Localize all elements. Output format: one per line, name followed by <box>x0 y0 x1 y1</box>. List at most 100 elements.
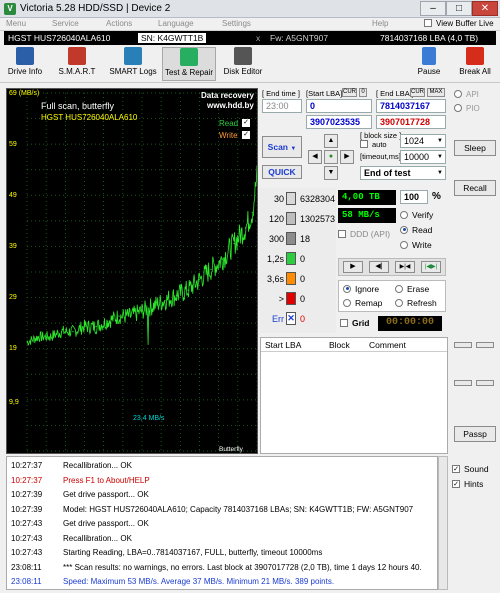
repair-refresh[interactable]: Refresh <box>395 298 437 308</box>
clear-serial-icon[interactable]: x <box>256 33 260 43</box>
log-scrollbar[interactable] <box>438 456 448 590</box>
arrow-left-icon[interactable]: ◀ <box>308 150 322 164</box>
end-lba-input[interactable]: 7814037167 <box>376 99 446 113</box>
arrow-down-icon[interactable]: ▼ <box>324 166 338 180</box>
pause-button[interactable]: Pause <box>412 47 446 81</box>
start-zero-button[interactable]: 0 <box>359 88 367 97</box>
grid-toggle[interactable]: Grid <box>340 318 369 328</box>
read-legend-checkbox[interactable]: ✓ <box>242 119 250 127</box>
rewind-icon[interactable]: ◀| <box>369 261 389 273</box>
aux-button-1[interactable] <box>454 342 472 348</box>
repair-erase-radio[interactable] <box>395 284 403 293</box>
hints-toggle[interactable]: ✓ Hints <box>452 479 483 489</box>
write-legend-checkbox[interactable]: ✓ <box>242 131 250 139</box>
menu-item-service[interactable]: Service <box>52 19 79 28</box>
menu-item-menu[interactable]: Menu <box>6 19 26 28</box>
view-buffer-checkbox[interactable] <box>424 18 432 27</box>
mode-verify-radio[interactable] <box>400 210 408 219</box>
repair-remap[interactable]: Remap <box>343 298 382 308</box>
close-icon[interactable]: ✕ <box>472 1 498 16</box>
aux-button-3[interactable] <box>454 380 472 386</box>
auto-toggle[interactable]: auto <box>360 140 387 149</box>
mode-write[interactable]: Write <box>400 240 432 250</box>
repair-ignore[interactable]: Ignore <box>343 284 379 294</box>
test-repair-button[interactable]: Test & Repair <box>162 47 216 81</box>
mode-verify[interactable]: Verify <box>400 210 433 220</box>
auto-label: auto <box>372 140 387 149</box>
mode-write-radio[interactable] <box>400 240 408 249</box>
sound-checkbox[interactable]: ✓ <box>452 464 460 473</box>
aux-button-2[interactable] <box>476 342 494 348</box>
api-radio[interactable] <box>454 89 462 98</box>
ddd-api-checkbox[interactable] <box>338 229 346 238</box>
end-of-test-select[interactable]: End of test ▼ <box>360 166 446 180</box>
menu-item-language[interactable]: Language <box>158 19 194 28</box>
view-buffer-live-toggle[interactable]: View Buffer Live <box>424 18 494 28</box>
scan-button[interactable]: Scan ▼ <box>262 136 302 158</box>
drive-info-bar: HGST HUS726040ALA610 SN: K4GWTT1B x Fw: … <box>4 31 496 45</box>
auto-checkbox[interactable] <box>360 140 368 149</box>
passp-button[interactable]: Passp <box>454 426 496 442</box>
disk-editor-button[interactable]: Disk Editor <box>222 47 264 81</box>
break-all-button[interactable]: Break All <box>454 47 496 81</box>
menu-item-actions[interactable]: Actions <box>106 19 132 28</box>
mode-read-radio[interactable] <box>400 225 408 234</box>
recall-button[interactable]: Recall <box>454 180 496 196</box>
start-cur-button[interactable]: CUR <box>342 88 357 97</box>
block-size-select[interactable]: 1024 ▼ <box>400 134 446 148</box>
repair-ignore-radio[interactable] <box>343 284 351 293</box>
y-tick-29: 29 <box>9 294 17 301</box>
grid-checkbox[interactable] <box>340 318 348 327</box>
hints-checkbox[interactable]: ✓ <box>452 479 460 488</box>
log-message: Get drive passport... OK <box>63 519 149 528</box>
arrow-right-icon[interactable]: ▶ <box>340 150 354 164</box>
smart-logs-label: SMART Logs <box>109 67 157 76</box>
center-icon[interactable]: ● <box>324 150 338 164</box>
menu-item-settings[interactable]: Settings <box>222 19 251 28</box>
seek-icon[interactable]: ▶|◀ <box>395 261 415 273</box>
api-option[interactable]: API <box>454 89 479 99</box>
watermark-line2: www.hdd.by <box>207 101 254 110</box>
test-repair-label: Test & Repair <box>164 68 214 77</box>
play-icon[interactable]: ▶ <box>343 261 363 273</box>
maximize-icon[interactable]: □ <box>446 1 472 16</box>
series-point <box>37 336 40 338</box>
log-line: 10:27:37 Press F1 to About/HELP <box>11 476 150 488</box>
counter-swatch <box>286 292 296 305</box>
ddd-api-toggle[interactable]: DDD (API) <box>338 229 390 239</box>
sound-toggle[interactable]: ✓ Sound <box>452 464 489 474</box>
graph-title: Full scan, butterfly <box>41 101 115 111</box>
header-block[interactable]: Block <box>329 340 350 350</box>
series-point <box>198 279 201 281</box>
repair-remap-radio[interactable] <box>343 298 351 307</box>
sleep-button[interactable]: Sleep <box>454 140 496 156</box>
aux-button-4[interactable] <box>476 380 494 386</box>
header-start-lba[interactable]: Start LBA <box>265 340 301 350</box>
block-size-value: 1024 <box>404 136 425 146</box>
smart-logs-button[interactable]: SMART Logs <box>108 47 158 81</box>
header-comment[interactable]: Comment <box>369 340 406 350</box>
view-buffer-label: View Buffer Live <box>436 19 494 28</box>
pio-option[interactable]: PIO <box>454 103 480 113</box>
mode-read[interactable]: Read <box>400 225 432 235</box>
smart-button[interactable]: S.M.A.R.T <box>54 47 100 81</box>
end-max-button[interactable]: MAX <box>427 88 445 97</box>
drive-info-button[interactable]: Drive Info <box>4 47 46 81</box>
ddd-api-label: DDD (API) <box>350 229 391 239</box>
end-cur-button[interactable]: CUR <box>410 88 425 97</box>
window-title: Victoria 5.28 HDD/SSD | Device 2 <box>20 3 171 14</box>
quick-button[interactable]: QUICK <box>262 165 302 179</box>
timeout-select[interactable]: 10000 ▼ <box>400 150 446 164</box>
minimize-icon[interactable]: – <box>420 1 446 16</box>
break-all-icon <box>466 47 484 65</box>
repair-refresh-radio[interactable] <box>395 298 403 307</box>
menu-item-help[interactable]: Help <box>372 19 388 28</box>
butterfly-icon[interactable]: |◀▶| <box>421 261 441 273</box>
start-lba-input[interactable]: 0 <box>306 99 372 113</box>
end-time-input[interactable]: 23:00 <box>262 99 302 113</box>
counter-swatch <box>286 272 296 285</box>
repair-erase[interactable]: Erase <box>395 284 429 294</box>
arrow-up-icon[interactable]: ▲ <box>324 134 338 148</box>
api-label: API <box>466 90 479 99</box>
pio-radio[interactable] <box>454 103 462 112</box>
